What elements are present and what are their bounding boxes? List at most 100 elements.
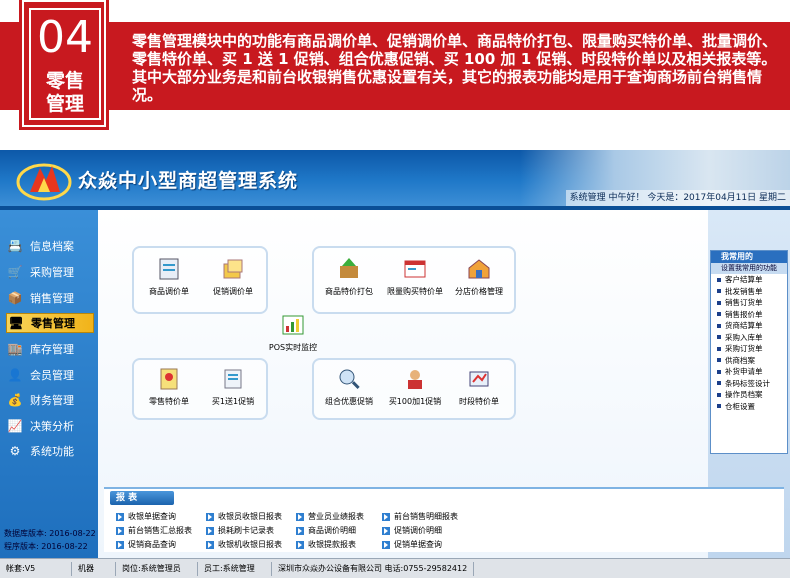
favorite-item[interactable]: 补货申请单 [711, 366, 787, 378]
report-link-label: 促销商品查询 [128, 540, 176, 549]
report-link[interactable]: 营业员业绩报表 [296, 511, 364, 522]
favorites-settings-link[interactable]: 设置我常用的功能 [711, 263, 787, 274]
price-adjust-label: 商品调价单 [149, 287, 189, 296]
buy1get1-button[interactable]: 买1送1促销 [198, 366, 268, 407]
sidebar-item-purchase[interactable]: 🛒 采购管理 [6, 262, 94, 282]
favorite-item[interactable]: 批发销售单 [711, 286, 787, 298]
arrow-right-icon [382, 540, 390, 549]
branch-price-icon [468, 259, 490, 279]
favorite-item[interactable]: 货商结算单 [711, 320, 787, 332]
favorite-item-label: 条码标签设计 [725, 378, 770, 388]
favorite-item[interactable]: 操作员档案 [711, 389, 787, 401]
favorite-item-label: 采购订货单 [725, 344, 763, 353]
time-special-label: 时段特价单 [459, 397, 499, 406]
machine-number: 机器号:1 [72, 561, 116, 578]
time-special-icon [469, 371, 489, 387]
app-title: 众焱中小型商超管理系统 [78, 170, 299, 192]
time-special-button[interactable]: 时段特价单 [444, 366, 514, 407]
favorite-item[interactable]: 销售报价单 [711, 309, 787, 321]
special-pack-button[interactable]: 商品特价打包 [314, 256, 384, 297]
price-adjust-button[interactable]: 商品调价单 [134, 256, 204, 297]
bullet-icon [717, 358, 721, 363]
arrow-right-icon [116, 526, 124, 535]
report-link[interactable]: 收银单据查询 [116, 511, 176, 522]
sidebar-item-label: 零售管理 [31, 317, 75, 330]
sidebar-item-decision[interactable]: 📈 决策分析 [6, 416, 94, 436]
sidebar-item-info-archive[interactable]: 📇 信息档案 [6, 236, 94, 256]
promo-adjust-button[interactable]: 促销调价单 [198, 256, 268, 297]
sidebar-item-system[interactable]: ⚙ 系统功能 [6, 441, 94, 461]
bullet-icon [717, 346, 721, 351]
report-link[interactable]: 商品调价明细 [296, 525, 356, 536]
report-link[interactable]: 损耗刷卡记录表 [206, 525, 274, 536]
bullet-icon [717, 277, 721, 282]
sidebar-item-label: 系统功能 [30, 445, 74, 458]
report-link[interactable]: 收银员收银日报表 [206, 511, 282, 522]
sidebar-item-label: 财务管理 [30, 394, 74, 407]
favorite-item[interactable]: 条码标签设计 [711, 378, 787, 390]
favorites-header: 我常用的 [711, 251, 787, 263]
limit-buy-button[interactable]: 限量购买特价单 [380, 256, 450, 297]
favorite-item-label: 批发销售单 [725, 286, 763, 296]
buy100add1-button[interactable]: 买100加1促销 [380, 366, 450, 407]
favorite-item[interactable]: 销售订货单 [711, 297, 787, 309]
promo-adjust-label: 促销调价单 [213, 287, 253, 296]
retail-special-button[interactable]: 零售特价单 [134, 366, 204, 407]
favorite-item[interactable]: 采购订货单 [711, 343, 787, 355]
sidebar-item-finance[interactable]: 💰 财务管理 [6, 390, 94, 410]
report-link[interactable]: 促销单据查询 [382, 539, 442, 550]
report-link-label: 损耗刷卡记录表 [218, 526, 274, 535]
special-pack-icon [340, 258, 358, 278]
sidebar-item-label: 信息档案 [30, 240, 74, 253]
system-icon: ⚙ [9, 444, 21, 458]
combo-promo-label: 组合优惠促销 [325, 397, 373, 406]
sidebar-item-stock[interactable]: 🏬 库存管理 [6, 339, 94, 359]
report-tab[interactable]: 报 表 [110, 491, 174, 505]
favorite-item[interactable]: 采购入库单 [711, 332, 787, 344]
favorite-item[interactable]: 仓柜设置 [711, 401, 787, 413]
sidebar-item-sales[interactable]: 📦 销售管理 [6, 288, 94, 308]
favorite-item[interactable]: 客户结算单 [711, 274, 787, 286]
report-link[interactable]: 前台销售明细报表 [382, 511, 458, 522]
favorite-item-label: 采购入库单 [725, 332, 763, 342]
sidebar-item-retail[interactable]: 🖥 零售管理 [6, 313, 94, 333]
bullet-icon [717, 323, 721, 328]
user-post: 岗位:系统管理员 [116, 561, 198, 576]
report-link-label: 前台销售明细报表 [394, 512, 458, 521]
branch-price-button[interactable]: 分店价格管理 [444, 256, 514, 297]
sidebar-item-label: 采购管理 [30, 266, 74, 279]
favorite-item-label: 操作员档案 [725, 390, 763, 399]
combo-promo-button[interactable]: 组合优惠促销 [314, 366, 384, 407]
arrow-right-icon [296, 512, 304, 521]
sidebar-item-member[interactable]: 👤 会员管理 [6, 365, 94, 385]
report-link[interactable]: 收银提款报表 [296, 539, 356, 550]
branch-price-label: 分店价格管理 [455, 287, 503, 296]
buy1get1-icon [224, 369, 242, 389]
retail-special-icon [160, 368, 178, 390]
report-link-label: 前台销售汇总报表 [128, 526, 192, 535]
badge-frame: 04 零售 管理 [29, 8, 101, 120]
report-link[interactable]: 促销商品查询 [116, 539, 176, 550]
sidebar-item-label: 会员管理 [30, 369, 74, 382]
arrow-right-icon [206, 512, 214, 521]
favorite-item[interactable]: 供商档案 [711, 355, 787, 367]
section-badge: 04 零售 管理 [19, 0, 109, 130]
section-title: 零售 管理 [31, 70, 99, 116]
arrow-right-icon [296, 540, 304, 549]
arrow-right-icon [382, 512, 390, 521]
app-header: 众焱中小型商超管理系统 系统管理 中午好！ 今天是：2017年04月11日 星期… [0, 150, 790, 206]
favorite-item-label: 货商结算单 [725, 321, 763, 330]
report-link[interactable]: 前台销售汇总报表 [116, 525, 192, 536]
report-link-label: 收银单据查询 [128, 512, 176, 521]
arrow-right-icon [382, 526, 390, 535]
pos-monitor-button[interactable]: POS实时监控 [258, 312, 328, 353]
sidebar: 📇 信息档案 🛒 采购管理 📦 销售管理 🖥 零售管理 🏬 库存管理 👤 会员管… [0, 210, 98, 558]
report-link[interactable]: 促销调价明细 [382, 525, 442, 536]
retail-icon: 🖥 [8, 316, 24, 330]
combo-promo-icon [339, 369, 360, 389]
pos-monitor-label: POS实时监控 [268, 343, 318, 352]
bullet-icon [717, 369, 721, 374]
report-link[interactable]: 收银机收银日报表 [206, 539, 282, 550]
section-description: 零售管理模块中的功能有商品调价单、促销调价单、商品特价打包、限量购买特价单、批量… [132, 32, 778, 104]
arrow-right-icon [206, 526, 214, 535]
